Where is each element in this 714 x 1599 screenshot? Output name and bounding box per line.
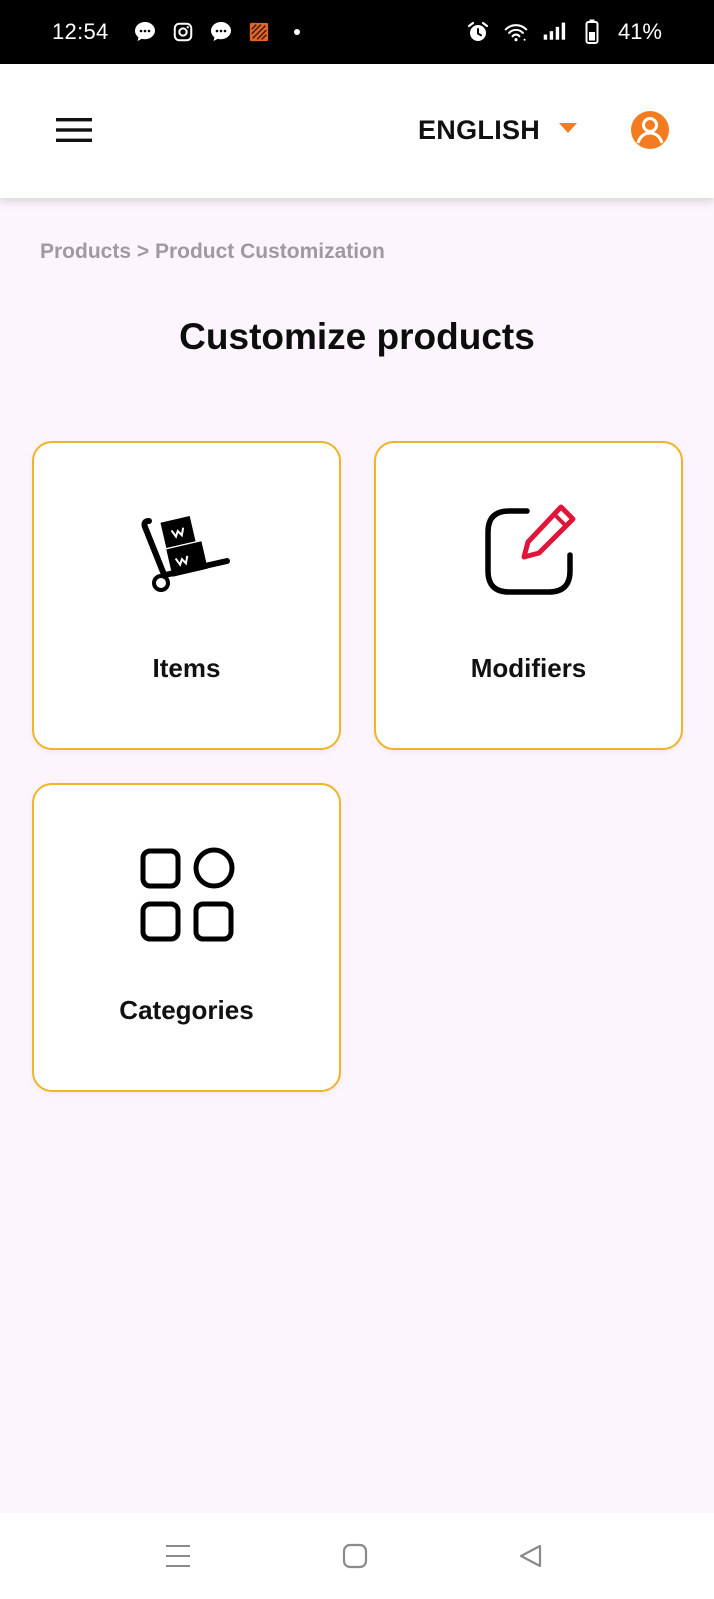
items-card[interactable]: Items [32,441,341,750]
caret-down-icon [558,121,578,139]
items-label: Items [152,653,221,683]
app-bar: ENGLISH [0,64,714,198]
alarm-icon [466,20,490,44]
instagram-icon [171,20,195,44]
signal-icon [542,20,566,44]
wifi-icon [504,20,528,44]
edit-square-icon [376,501,681,601]
page-title: Customize products [179,316,535,357]
chat-bubble-icon [209,20,233,44]
categories-grid-icon [34,845,339,945]
battery-icon [580,19,604,44]
categories-card[interactable]: Categories [32,783,341,1092]
hamburger-menu-icon[interactable] [52,110,96,150]
more-dot-icon [285,20,309,44]
back-icon[interactable] [514,1539,548,1573]
modifiers-card[interactable]: Modifiers [374,441,683,750]
status-bar-left: 12:54 [52,19,309,45]
status-time: 12:54 [52,19,109,44]
user-avatar-icon[interactable] [630,110,670,150]
chat-bubble-icon [133,20,157,44]
categories-label: Categories [119,995,254,1025]
breadcrumb: Products > Product Customization [40,240,385,263]
modifiers-label: Modifiers [470,653,587,683]
status-bar: 12:54 41% [0,0,714,64]
app-notification-icon [247,20,271,44]
language-label: ENGLISH [418,114,541,145]
system-nav-bar [0,1513,714,1599]
battery-percent: 41% [617,19,662,44]
hand-truck-boxes-icon [34,513,339,593]
recent-apps-icon[interactable] [161,1539,195,1573]
status-bar-right: 41% [466,19,662,45]
language-selector[interactable]: ENGLISH [418,108,578,152]
home-icon[interactable] [338,1539,372,1573]
